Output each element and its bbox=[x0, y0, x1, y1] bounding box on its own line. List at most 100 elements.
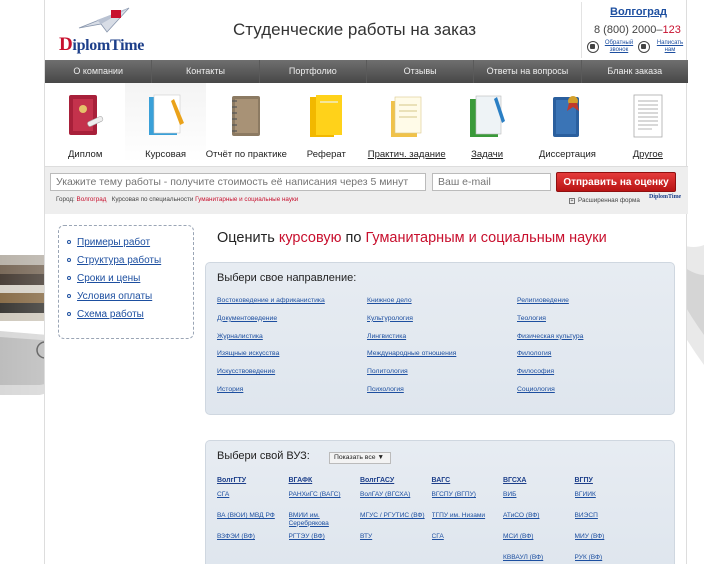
directions-columns: Востоковедение и африканистика Документо… bbox=[217, 297, 667, 404]
nav-item-about[interactable]: О компании bbox=[45, 60, 153, 83]
logo-letter: D bbox=[59, 34, 73, 55]
university-link[interactable]: ВМИИ им. Серебрякова bbox=[289, 512, 361, 533]
bullet-icon bbox=[67, 312, 71, 317]
university-link[interactable]: РГТЭУ (ВФ) bbox=[289, 533, 361, 554]
university-link[interactable]: ВТУ bbox=[360, 533, 432, 554]
university-link[interactable]: ТГПУ им. Низами bbox=[432, 512, 504, 533]
work-type-categories: Диплом Курсовая Отчёт по практике Рефера… bbox=[45, 83, 688, 163]
university-link[interactable]: СГА bbox=[432, 533, 504, 554]
write-us-button[interactable]: Написать нам bbox=[638, 40, 687, 54]
direction-link[interactable]: Международные отношения bbox=[367, 350, 517, 368]
university-group-head[interactable]: ВолгГАСУ bbox=[360, 477, 432, 491]
university-group-head[interactable]: ВГПУ bbox=[575, 477, 647, 491]
university-column: ВАГС ВГСПУ (ВГПУ) ТГПУ им. Низами СГА bbox=[432, 477, 504, 564]
category-other[interactable]: Другое bbox=[608, 83, 688, 163]
university-column: ВолгГТУ СГА ВА (ВЮИ) МВД РФ ВЗФЭИ (ВФ) bbox=[217, 477, 289, 564]
direction-link[interactable]: История bbox=[217, 386, 367, 404]
side-menu-item[interactable]: Схема работы bbox=[67, 306, 193, 324]
direction-link[interactable]: Политология bbox=[367, 368, 517, 386]
direction-link[interactable]: Журналистика bbox=[217, 333, 367, 351]
university-link[interactable]: ВЗФЭИ (ВФ) bbox=[217, 533, 289, 554]
phone-number: 8 (800) 2000–123 bbox=[594, 24, 681, 36]
side-menu-item[interactable]: Структура работы bbox=[67, 252, 193, 270]
crumb-specialty[interactable]: Гуманитарные и социальные науки bbox=[195, 196, 298, 203]
directions-panel: Выбери свое направление: Востоковедение … bbox=[205, 262, 675, 415]
category-essay[interactable]: Реферат bbox=[286, 83, 366, 163]
coursework-folder-icon bbox=[148, 94, 184, 135]
topic-input[interactable] bbox=[50, 173, 426, 191]
university-link[interactable]: ВолГАУ (ВГСХА) bbox=[360, 491, 432, 512]
nav-item-contacts[interactable]: Контакты bbox=[152, 60, 260, 83]
extended-form-link[interactable]: + Расширенная форма bbox=[569, 197, 640, 204]
green-folder-icon bbox=[470, 95, 506, 137]
university-link[interactable]: ВГИИК bbox=[575, 491, 647, 512]
category-coursework[interactable]: Курсовая bbox=[125, 83, 206, 163]
category-dissertation[interactable]: Диссертация bbox=[527, 83, 607, 163]
side-menu-item[interactable]: Условия оплаты bbox=[67, 288, 193, 306]
direction-link[interactable]: Искусствоведение bbox=[217, 368, 367, 386]
nav-item-portfolio[interactable]: Портфолио bbox=[260, 60, 367, 83]
expand-icon: + bbox=[569, 197, 575, 204]
direction-link[interactable]: Социология bbox=[517, 386, 667, 404]
university-group-head[interactable]: ВГСХА bbox=[503, 477, 575, 491]
direction-link[interactable]: Психология bbox=[367, 386, 517, 404]
crumb-city[interactable]: Волгоград bbox=[77, 196, 107, 203]
nav-item-faq[interactable]: Ответы на вопросы bbox=[474, 60, 582, 83]
submit-estimate-button[interactable]: Отправить на оценку bbox=[556, 172, 676, 192]
papers-icon bbox=[390, 96, 421, 137]
side-menu-item[interactable]: Примеры работ bbox=[67, 234, 193, 252]
university-group-head[interactable]: ВГАФК bbox=[289, 477, 361, 491]
site-title: Студенческие работы на заказ bbox=[233, 20, 477, 39]
university-link[interactable]: МСИ (ВФ) bbox=[503, 533, 575, 554]
category-label: Диссертация bbox=[538, 149, 596, 160]
university-link[interactable]: СГА bbox=[217, 491, 289, 512]
direction-link[interactable]: Лингвистика bbox=[367, 333, 517, 351]
nav-item-order-form[interactable]: Бланк заказа bbox=[582, 60, 688, 83]
university-link[interactable]: ВИЭСП bbox=[575, 512, 647, 533]
university-link[interactable]: ВА (ВЮИ) МВД РФ bbox=[217, 512, 289, 533]
email-field[interactable] bbox=[432, 173, 551, 191]
direction-link[interactable]: Изящные искусства bbox=[217, 350, 367, 368]
direction-link[interactable]: Религиоведение bbox=[517, 297, 667, 315]
university-group-head[interactable]: ВолгГТУ bbox=[217, 477, 289, 491]
direction-link[interactable]: Филология bbox=[517, 350, 667, 368]
document-icon bbox=[633, 94, 663, 138]
site-logo[interactable]: DiplomTime bbox=[57, 6, 147, 55]
category-tasks[interactable]: Задачи bbox=[447, 83, 527, 163]
category-label: Отчёт по практике bbox=[205, 149, 287, 160]
university-column: ВГСХА ВИБ АТиСО (ВФ) МСИ (ВФ) КВВАУЛ (ВФ… bbox=[503, 477, 575, 564]
page-container: DiplomTime Студенческие работы на заказ … bbox=[44, 0, 688, 564]
university-group-head[interactable]: ВАГС bbox=[432, 477, 504, 491]
category-practical-task[interactable]: Практич. задание bbox=[367, 83, 447, 163]
category-label: Другое bbox=[632, 149, 663, 160]
city-selector[interactable]: Волгоград bbox=[610, 6, 667, 18]
direction-link[interactable]: Физическая культура bbox=[517, 333, 667, 351]
university-link[interactable]: АТиСО (ВФ) bbox=[503, 512, 575, 533]
direction-link[interactable]: Книжное дело bbox=[367, 297, 517, 315]
university-link[interactable]: РУК (ВФ) bbox=[575, 554, 647, 564]
direction-link[interactable]: Документоведение bbox=[217, 315, 367, 333]
university-link[interactable]: КВВАУЛ (ВФ) bbox=[503, 554, 575, 564]
category-diploma[interactable]: Диплом bbox=[45, 83, 125, 163]
directions-column: Книжное дело Культурология Лингвистика М… bbox=[367, 297, 517, 404]
category-practice-report[interactable]: Отчёт по практике bbox=[205, 83, 287, 163]
university-link[interactable]: МИУ (ВФ) bbox=[575, 533, 647, 554]
direction-link[interactable]: Философия bbox=[517, 368, 667, 386]
university-link[interactable]: ВГСПУ (ВГПУ) bbox=[432, 491, 504, 512]
paper-plane-logo-icon bbox=[78, 7, 130, 33]
direction-link[interactable]: Теология bbox=[517, 315, 667, 333]
phone-icon bbox=[587, 41, 599, 53]
contacts-block: Волгоград 8 (800) 2000–123 Обратный звон… bbox=[581, 2, 687, 58]
direction-link[interactable]: Культурология bbox=[367, 315, 517, 333]
direction-link[interactable]: Востоковедение и африканистика bbox=[217, 297, 367, 315]
side-menu-item[interactable]: Сроки и цены bbox=[67, 270, 193, 288]
nav-item-reviews[interactable]: Отзывы bbox=[367, 60, 475, 83]
university-column: ВГПУ ВГИИК ВИЭСП МИУ (ВФ) РУК (ВФ) bbox=[575, 477, 647, 564]
show-all-dropdown[interactable]: Показать все ▼ bbox=[329, 452, 391, 464]
site-header: DiplomTime Студенческие работы на заказ … bbox=[45, 0, 688, 60]
mini-logo: DiplomTime bbox=[649, 194, 682, 200]
university-link[interactable]: ВИБ bbox=[503, 491, 575, 512]
university-link[interactable]: МГУС / РГУТИС (ВФ) bbox=[360, 512, 432, 533]
callback-button[interactable]: Обратный звонок bbox=[587, 40, 636, 54]
university-link[interactable]: РАНХиГС (ВАГС) bbox=[289, 491, 361, 512]
